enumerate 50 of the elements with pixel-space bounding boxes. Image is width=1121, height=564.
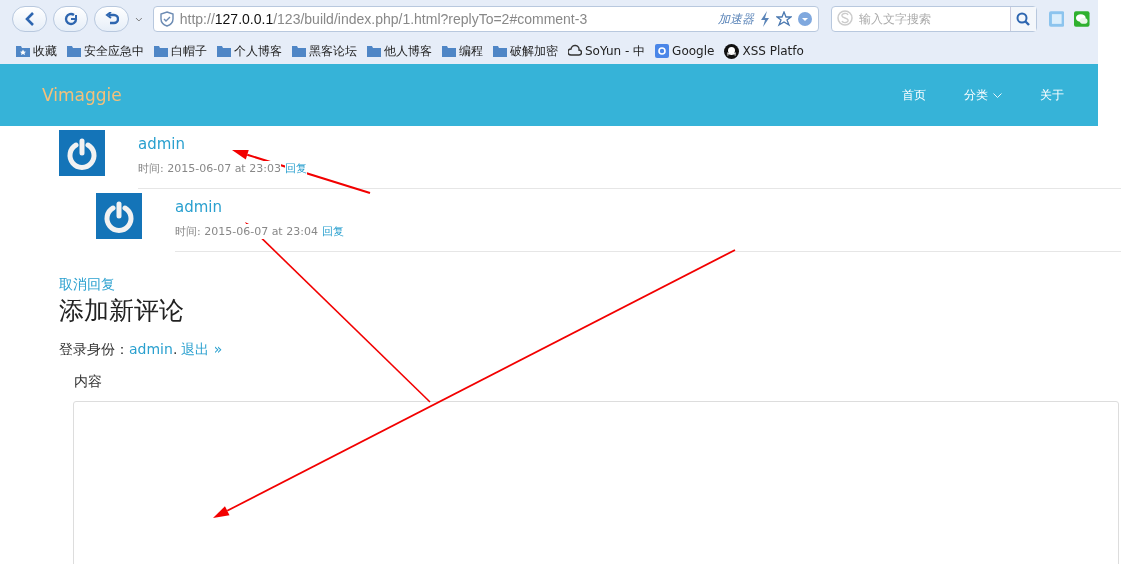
bookmark[interactable]: Google [655,44,715,58]
bookmark[interactable]: 编程 [442,42,483,60]
refresh-icon [63,12,78,26]
address-bar[interactable]: http://127.0.0.1/123/build/index.php/1.html?replyTo=2#comment-3 加速器 [152,6,819,32]
undo-button[interactable] [94,6,129,32]
bookmark[interactable]: SoYun - 中 [568,42,646,60]
search-icon [1016,12,1031,26]
search-box[interactable]: 输入文字搜索 [830,6,1037,32]
dropdown-circle-icon[interactable] [797,12,812,26]
avatar [59,130,105,176]
separator: . [172,341,178,359]
content-label: 内容 [74,373,103,391]
comment-time: 时间: 2015-06-07 at 23:04 [175,224,318,239]
bookmark[interactable]: 他人博客 [367,42,432,60]
folder-icon [367,45,381,57]
search-field[interactable]: 输入文字搜索 [854,12,1010,26]
url-text: http://127.0.0.1/123/build/index.php/1.html?replyTo=2#comment-3 [179,11,589,27]
star-folder-icon [16,45,30,57]
back-button[interactable] [12,6,47,32]
search-button[interactable] [1009,7,1036,31]
bookmark[interactable]: XSS Platfo [724,43,804,59]
content-input[interactable] [73,401,1119,564]
folder-icon [67,45,81,57]
bookmark[interactable]: 破解加密 [493,42,558,60]
back-icon [23,12,36,26]
bookmark[interactable]: 白帽子 [154,42,207,60]
bookmark[interactable]: 收藏 [16,42,57,60]
shield-icon [159,11,174,27]
chat-icon[interactable] [1074,11,1090,27]
avatar [96,193,142,239]
google-icon [655,44,670,58]
login-label: 登录身份： [59,341,129,359]
cloud-icon [568,44,582,58]
folder-icon [217,45,231,57]
lightning-icon[interactable] [759,11,770,27]
folder-icon [493,45,507,57]
folder-icon [442,45,456,57]
bookmark[interactable]: 安全应急中 [67,42,144,60]
dropdown-icon[interactable] [135,16,143,22]
folder-icon [292,45,306,57]
skull-icon [724,43,740,59]
folder-icon [154,45,168,57]
accelerator-label[interactable]: 加速器 [717,10,754,28]
comment-time: 时间: 2015-06-07 at 23:03 [138,161,281,176]
bookmark[interactable]: 黑客论坛 [292,42,357,60]
bookmark[interactable]: 个人博客 [217,42,282,60]
star-icon[interactable] [775,11,792,27]
undo-icon [104,12,119,26]
form-title: 添加新评论 [59,295,185,327]
refresh-button[interactable] [53,6,88,32]
